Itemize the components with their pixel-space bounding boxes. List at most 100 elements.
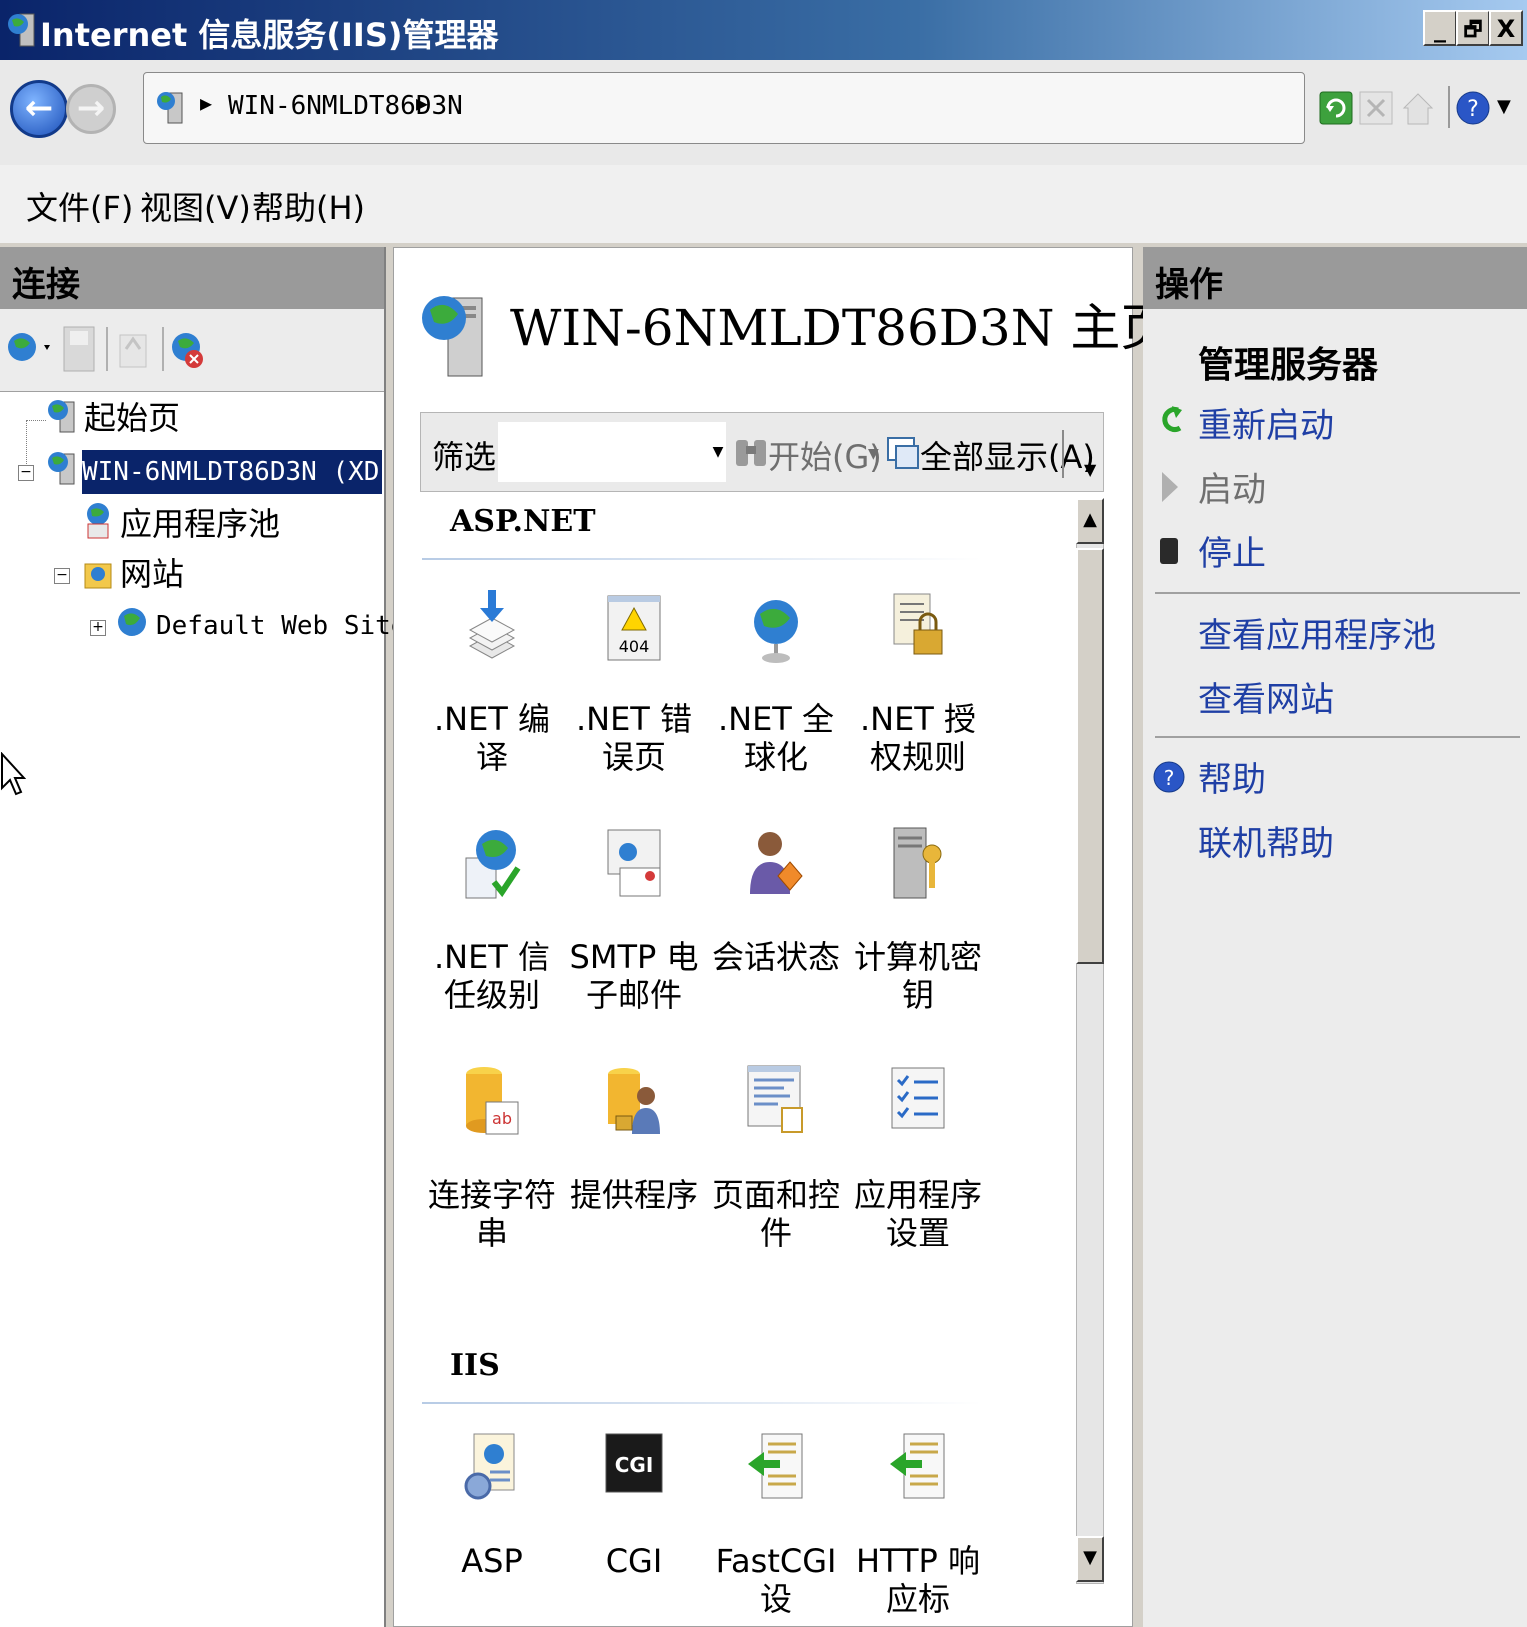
http-headers-icon bbox=[890, 1433, 945, 1499]
feature-net-authorization-rules[interactable]: .NET 授权规则 bbox=[848, 586, 988, 776]
tree-item-app-pools[interactable]: 应用程序池 bbox=[120, 502, 280, 546]
help-dropdown-icon[interactable]: ▼ bbox=[1497, 96, 1511, 117]
stop-server-icon bbox=[1160, 538, 1178, 564]
close-button[interactable]: X bbox=[1489, 10, 1523, 46]
feature-application-settings[interactable]: 应用程序设置 bbox=[848, 1062, 988, 1252]
asp-icon bbox=[464, 1433, 515, 1500]
start-dropdown-icon[interactable]: ▼ bbox=[868, 446, 879, 462]
feature-net-globalization[interactable]: .NET 全球化 bbox=[706, 586, 846, 776]
tree-item-default-web-site[interactable]: Default Web Site bbox=[156, 604, 406, 648]
action-online-help[interactable]: 联机帮助 bbox=[1198, 816, 1334, 865]
scroll-thumb[interactable] bbox=[1076, 548, 1104, 964]
feature-net-compilation[interactable]: .NET 编译 bbox=[422, 586, 562, 776]
svg-text:?: ? bbox=[1164, 766, 1175, 790]
feature-fastcgi[interactable]: FastCGI 设 bbox=[706, 1428, 846, 1618]
feature-label: 会话状态 bbox=[711, 938, 840, 976]
feature-machine-key[interactable]: 计算机密钥 bbox=[848, 824, 988, 1014]
action-restart[interactable]: 重新启动 bbox=[1198, 398, 1334, 447]
back-button[interactable]: ← bbox=[10, 80, 68, 138]
actions-header: 操作 bbox=[1143, 247, 1527, 309]
toolbar-overflow-icon[interactable]: ▼ bbox=[1084, 460, 1096, 479]
iis-app-icon bbox=[8, 13, 35, 47]
feature-providers[interactable]: 提供程序 bbox=[564, 1062, 704, 1214]
website-globe-icon bbox=[118, 608, 146, 636]
filter-dropdown-icon[interactable]: ▼ bbox=[710, 422, 726, 482]
toolbar-separator bbox=[1062, 430, 1064, 478]
forward-button[interactable]: → bbox=[66, 84, 116, 134]
feature-http-response-headers[interactable]: HTTP 响应标 bbox=[848, 1428, 988, 1618]
filter-input[interactable] bbox=[498, 422, 710, 482]
up-level-icon[interactable] bbox=[116, 325, 150, 375]
actions-panel bbox=[1143, 247, 1527, 1627]
action-help[interactable]: 帮助 bbox=[1198, 752, 1266, 801]
server-icon bbox=[157, 92, 183, 124]
page-title: WIN-6NMLDT86D3N 主页 bbox=[510, 299, 1171, 357]
connections-toolbar bbox=[0, 309, 384, 392]
scroll-up-button[interactable]: ▲ bbox=[1076, 498, 1104, 544]
restart-icon bbox=[1162, 406, 1182, 432]
net-error-pages-icon: 404 bbox=[607, 595, 661, 661]
feature-label: 应用程序设置 bbox=[853, 1176, 982, 1252]
sites-folder-icon bbox=[84, 563, 112, 589]
tree-collapse-toggle[interactable]: − bbox=[54, 568, 70, 584]
feature-pages-and-controls[interactable]: 页面和控件 bbox=[706, 1062, 846, 1252]
actions-separator bbox=[1155, 736, 1520, 738]
action-view-sites[interactable]: 查看网站 bbox=[1198, 672, 1334, 721]
toolbar-separator bbox=[162, 327, 164, 371]
show-all-button[interactable]: 全部显示(A) bbox=[920, 432, 1095, 478]
smtp-email-icon bbox=[607, 829, 661, 897]
toolbar-separator bbox=[1448, 86, 1450, 128]
feature-smtp-email[interactable]: SMTP 电子邮件 bbox=[564, 824, 704, 1014]
menu-file[interactable]: 文件(F) bbox=[26, 183, 133, 229]
feature-label: CGI bbox=[605, 1542, 663, 1580]
refresh-icon[interactable] bbox=[1318, 88, 1354, 128]
svg-text:404: 404 bbox=[619, 637, 650, 656]
restore-button[interactable]: 🗗 bbox=[1456, 10, 1490, 46]
start-filter-button[interactable]: 开始(G) bbox=[768, 432, 882, 478]
net-globalization-icon bbox=[754, 600, 798, 663]
action-view-app-pools[interactable]: 查看应用程序池 bbox=[1198, 608, 1436, 657]
tree-collapse-toggle[interactable]: − bbox=[18, 465, 34, 481]
net-authorization-icon bbox=[893, 593, 943, 655]
actions-group-title: 管理服务器 bbox=[1198, 345, 1379, 386]
section-divider bbox=[422, 1402, 982, 1404]
navigation-bar: ← → ▶ WIN-6NMLDT86D3N ▶ ? ▼ bbox=[0, 60, 1527, 165]
save-icon[interactable] bbox=[62, 325, 96, 375]
connection-strings-icon: ab bbox=[466, 1067, 519, 1135]
feature-label: .NET 信任级别 bbox=[433, 938, 551, 1014]
minimize-button[interactable]: _ bbox=[1423, 10, 1457, 46]
tree-item-server[interactable]: WIN-6NMLDT86D3N (XDF\Admin bbox=[82, 450, 382, 494]
action-stop[interactable]: 停止 bbox=[1198, 526, 1266, 575]
app-pools-icon bbox=[87, 503, 109, 539]
tree-item-start-page[interactable]: 起始页 bbox=[84, 396, 180, 440]
app-settings-icon bbox=[891, 1067, 945, 1129]
actions-separator bbox=[1155, 592, 1520, 594]
feature-label: .NET 授权规则 bbox=[859, 700, 977, 776]
feature-connection-strings[interactable]: ab 连接字符串 bbox=[422, 1062, 562, 1252]
disconnect-icon[interactable] bbox=[170, 325, 210, 375]
feature-label: 页面和控件 bbox=[711, 1176, 840, 1252]
stop-icon[interactable] bbox=[1358, 88, 1394, 128]
home-icon[interactable] bbox=[1400, 88, 1436, 128]
feature-label: 计算机密钥 bbox=[853, 938, 982, 1014]
feature-asp[interactable]: ASP bbox=[422, 1428, 562, 1580]
feature-net-error-pages[interactable]: 404 .NET 错误页 bbox=[564, 586, 704, 776]
action-start[interactable]: 启动 bbox=[1198, 462, 1266, 511]
scroll-down-button[interactable]: ▼ bbox=[1076, 1536, 1104, 1582]
address-bar[interactable]: ▶ WIN-6NMLDT86D3N ▶ bbox=[143, 72, 1305, 144]
feature-net-trust-levels[interactable]: .NET 信任级别 bbox=[422, 824, 562, 1014]
feature-label: ASP bbox=[461, 1542, 523, 1580]
tree-item-sites[interactable]: 网站 bbox=[120, 552, 184, 596]
feature-cgi[interactable]: CGI CGI bbox=[564, 1428, 704, 1580]
menu-view[interactable]: 视图(V) bbox=[140, 183, 251, 229]
window-title: Internet 信息服务(IIS)管理器 bbox=[40, 16, 499, 54]
menu-help[interactable]: 帮助(H) bbox=[252, 183, 365, 229]
server-icon bbox=[48, 452, 75, 485]
pages-controls-icon bbox=[747, 1065, 803, 1133]
providers-icon bbox=[608, 1068, 660, 1134]
breadcrumb-arrow-icon[interactable]: ▶ bbox=[416, 91, 428, 115]
feature-session-state[interactable]: 会话状态 bbox=[706, 824, 846, 976]
connect-icon[interactable] bbox=[6, 325, 56, 373]
tree-expand-toggle[interactable]: + bbox=[90, 620, 106, 636]
help-icon[interactable]: ? bbox=[1455, 88, 1491, 128]
